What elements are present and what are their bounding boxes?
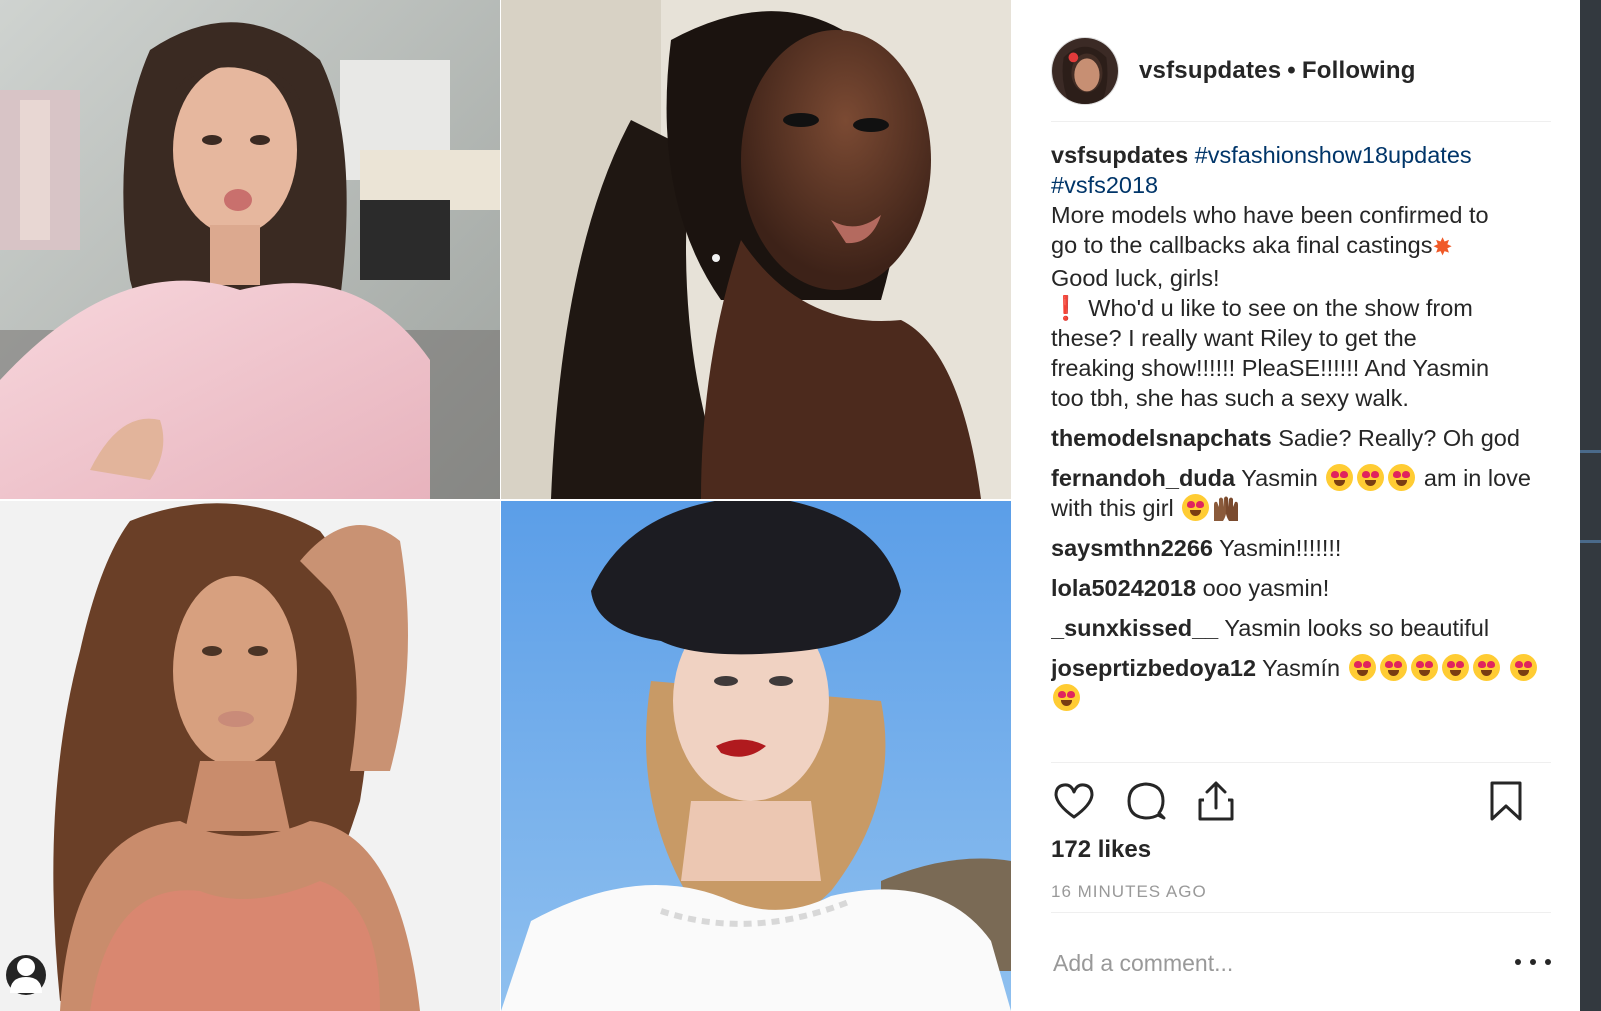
caption-text: More models who have been confirmed to — [1051, 202, 1489, 228]
heart-eyes-emoji-icon — [1472, 654, 1500, 681]
header-username[interactable]: vsfsupdates — [1139, 57, 1281, 84]
post-header: vsfsupdates • Following — [1051, 20, 1541, 122]
share-icon — [1198, 781, 1234, 821]
comment-text: Sadie? Really? Oh god — [1278, 425, 1520, 451]
comment-text: Yasmin — [1241, 465, 1318, 491]
comment-item: fernandoh_duda Yasmin am in love with th… — [1051, 463, 1551, 523]
collision-emoji-icon: ✸ — [1432, 234, 1453, 261]
footer-divider — [1051, 912, 1551, 913]
comment-text: Yasmín — [1262, 655, 1341, 681]
avatar[interactable] — [1051, 37, 1119, 105]
post-side-panel: vsfsupdates • Following vsfsupdates #vsfas… — [1011, 0, 1580, 1011]
caption: vsfsupdates #vsfashionshow18updates #vsf… — [1051, 140, 1551, 413]
comment-username[interactable]: saysmthn2266 — [1051, 535, 1213, 561]
heart-eyes-emoji-icon — [1348, 654, 1376, 681]
caption-text: Good luck, girls! — [1051, 265, 1220, 291]
comment-text: ooo yasmin! — [1202, 575, 1330, 601]
heart-eyes-emoji-icon — [1182, 494, 1210, 521]
heart-eyes-emoji-icon — [1053, 684, 1080, 711]
comment-text: Yasmin!!!!!!! — [1219, 535, 1342, 561]
photo-model-coral-lace[interactable] — [0, 501, 500, 1011]
hashtag-link[interactable]: #vsfashionshow18updates — [1195, 142, 1472, 168]
heart-eyes-emoji-icon — [1441, 654, 1469, 681]
heart-eyes-emoji-icon — [1379, 654, 1407, 681]
add-comment-input[interactable] — [1051, 949, 1471, 977]
comment-username[interactable]: fernandoh_duda — [1051, 465, 1235, 491]
tagged-users-icon[interactable] — [6, 955, 46, 995]
save-button[interactable] — [1483, 778, 1529, 824]
window-edge-marker — [1580, 540, 1601, 543]
likes-count[interactable]: 172 likes — [1051, 836, 1151, 864]
bookmark-icon — [1490, 781, 1522, 821]
photo-model-ponytail[interactable] — [501, 0, 1011, 499]
exclamation-emoji-icon: ❗ — [1051, 295, 1081, 321]
more-dot-icon — [1515, 959, 1521, 965]
comments-divider — [1051, 762, 1551, 763]
post-timestamp[interactable]: 16 MINUTES AGO — [1051, 882, 1207, 902]
comments-list[interactable]: vsfsupdates #vsfashionshow18updates #vsf… — [1051, 140, 1551, 765]
caption-text: freaking show!!!!!! PleaSE!!!!!! And Yas… — [1051, 355, 1490, 381]
following-button[interactable]: Following — [1302, 57, 1416, 84]
comment-item: themodelsnapchats Sadie? Really? Oh god — [1051, 423, 1551, 453]
caption-text-line: go to the callbacks aka final castings✸ — [1051, 230, 1551, 263]
heart-eyes-emoji-icon — [1388, 464, 1416, 491]
caption-text: too tbh, she has such a sexy walk. — [1051, 385, 1409, 411]
comment-text: Yasmin looks so beautiful — [1224, 615, 1490, 641]
like-button[interactable] — [1051, 778, 1097, 824]
comment-item: saysmthn2266 Yasmin!!!!!!! — [1051, 533, 1551, 563]
comment-username[interactable]: lola50242018 — [1051, 575, 1196, 601]
raised-hands-emoji-icon — [1214, 496, 1239, 521]
more-options-button[interactable] — [1515, 950, 1551, 974]
comment-username[interactable]: _sunxkissed__ — [1051, 615, 1218, 641]
hashtag-link[interactable]: #vsfs2018 — [1051, 170, 1551, 200]
header-separator: • — [1287, 57, 1296, 84]
action-bar — [1051, 778, 1551, 828]
heart-eyes-emoji-icon — [1357, 464, 1385, 491]
add-comment-section — [1051, 928, 1551, 998]
more-dot-icon — [1530, 959, 1536, 965]
comment-item: _sunxkissed__ Yasmin looks so beautiful — [1051, 613, 1551, 643]
more-dot-icon — [1545, 959, 1551, 965]
caption-text: Who'd u like to see on the show from — [1088, 295, 1473, 321]
photo-model-beret[interactable] — [501, 501, 1011, 1011]
comment-item: lola50242018 ooo yasmin! — [1051, 573, 1551, 603]
heart-icon — [1054, 783, 1094, 819]
comment-item: joseprtizbedoya12 Yasmín — [1051, 653, 1551, 713]
heart-eyes-emoji-icon — [1410, 654, 1438, 681]
caption-text: go to the callbacks aka final castings — [1051, 232, 1433, 258]
window-edge-marker — [1580, 450, 1601, 453]
header-text: vsfsupdates • Following — [1139, 57, 1416, 85]
comment-username[interactable]: joseprtizbedoya12 — [1051, 655, 1256, 681]
comment-username[interactable]: themodelsnapchats — [1051, 425, 1272, 451]
caption-username[interactable]: vsfsupdates — [1051, 142, 1188, 168]
header-divider — [1051, 121, 1551, 122]
window-edge — [1580, 0, 1601, 1011]
comment-button[interactable] — [1123, 778, 1169, 824]
heart-eyes-emoji-icon — [1510, 654, 1538, 681]
comment-bubble-icon — [1127, 782, 1166, 820]
photo-model-pink-robe[interactable] — [0, 0, 500, 499]
heart-eyes-emoji-icon — [1326, 464, 1354, 491]
post-photo-collage[interactable] — [0, 0, 1011, 1011]
caption-text: these? I really want Riley to get the — [1051, 325, 1417, 351]
caption-text-line: ❗ Who'd u like to see on the show from — [1051, 293, 1551, 323]
share-button[interactable] — [1193, 778, 1239, 824]
